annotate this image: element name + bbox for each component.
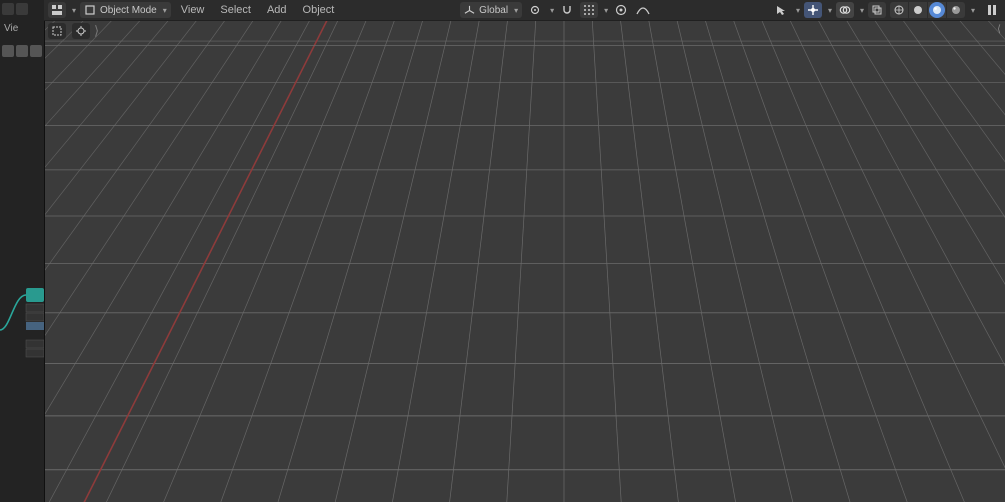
shading-rendered[interactable] — [947, 2, 965, 18]
mode-dropdown[interactable]: Object Mode ▾ — [80, 2, 171, 18]
toolbar-select-tool[interactable] — [48, 23, 66, 39]
orientation-label: Global — [479, 5, 508, 16]
chevron-down-icon: ▾ — [163, 6, 167, 15]
proportional-falloff[interactable] — [634, 2, 652, 18]
outliner-icon — [2, 45, 14, 57]
overlays-toggle[interactable] — [836, 2, 854, 18]
overlays-icon — [839, 4, 851, 16]
chevron-down-icon: ▾ — [514, 6, 518, 15]
pivot-dropdown[interactable] — [526, 2, 544, 18]
node-editor-glimpse — [0, 280, 44, 370]
matprev-icon — [929, 2, 945, 18]
chevron-down-icon: ▾ — [796, 6, 800, 15]
axes-icon — [464, 5, 475, 16]
gizmo-toggle[interactable] — [804, 2, 822, 18]
cursor-arrow-icon — [775, 4, 787, 16]
filter-icon — [30, 45, 42, 57]
snap-options[interactable] — [580, 2, 598, 18]
menu-add[interactable]: Add — [261, 4, 293, 16]
snap-toggle[interactable] — [558, 2, 576, 18]
selectability-dropdown[interactable] — [772, 2, 790, 18]
menu-select[interactable]: Select — [214, 4, 257, 16]
grid-snap-icon — [583, 4, 595, 16]
collection-icon — [16, 45, 28, 57]
rendered-icon — [950, 4, 962, 16]
falloff-icon — [636, 4, 650, 16]
viewport-3d[interactable]: ▾ Object Mode ▾ View Select Add Object G… — [44, 0, 1005, 502]
wireframe-icon — [893, 4, 905, 16]
magnet-icon — [561, 4, 573, 16]
viewport-subheader: ⟩ — [44, 20, 103, 42]
chevron-down-icon: ▾ — [604, 6, 608, 15]
xray-icon — [871, 4, 883, 16]
viewport-header: ▾ Object Mode ▾ View Select Add Object G… — [44, 0, 1005, 21]
shading-wireframe[interactable] — [890, 2, 908, 18]
orientation-dropdown[interactable]: Global ▾ — [460, 2, 522, 18]
toolbar-collapse-arrow[interactable]: ⟩ — [94, 23, 99, 39]
pivot-icon — [529, 4, 541, 16]
shading-solid[interactable] — [909, 2, 927, 18]
chevron-down-icon: ▾ — [550, 6, 554, 15]
proportional-toggle[interactable] — [612, 2, 630, 18]
cursor-target-icon — [75, 25, 87, 37]
gizmo-icon — [807, 4, 819, 16]
menu-object[interactable]: Object — [297, 4, 341, 16]
shading-mode-group — [890, 2, 965, 18]
left-panel-icon-row[interactable] — [0, 42, 44, 60]
chevron-down-icon: ▾ — [828, 6, 832, 15]
viewport-grid — [44, 20, 1005, 502]
proportional-icon — [615, 4, 627, 16]
select-box-icon — [51, 25, 63, 37]
chevron-down-icon: ▾ — [72, 6, 76, 15]
editor-type-dropdown[interactable] — [48, 2, 66, 18]
object-mode-icon — [84, 4, 96, 16]
mode-label: Object Mode — [100, 5, 157, 16]
left-panel-editor-switch[interactable] — [0, 0, 44, 18]
pause-icon-button[interactable] — [983, 2, 1001, 18]
chevron-down-icon: ▾ — [971, 6, 975, 15]
chevron-down-icon: ▾ — [860, 6, 864, 15]
toolbar-cursor-tool[interactable] — [72, 23, 90, 39]
solid-icon — [912, 4, 924, 16]
left-panel: Vie — [0, 0, 45, 502]
left-panel-menu-view[interactable]: Vie — [0, 18, 44, 38]
shading-material[interactable] — [928, 2, 946, 18]
pause-icon — [987, 4, 997, 16]
editor-type-icon — [2, 3, 14, 15]
xray-toggle[interactable] — [868, 2, 886, 18]
n-panel-toggle[interactable]: ⟨ — [997, 24, 1001, 35]
menu-view[interactable]: View — [175, 4, 211, 16]
display-mode-icon — [16, 3, 28, 15]
